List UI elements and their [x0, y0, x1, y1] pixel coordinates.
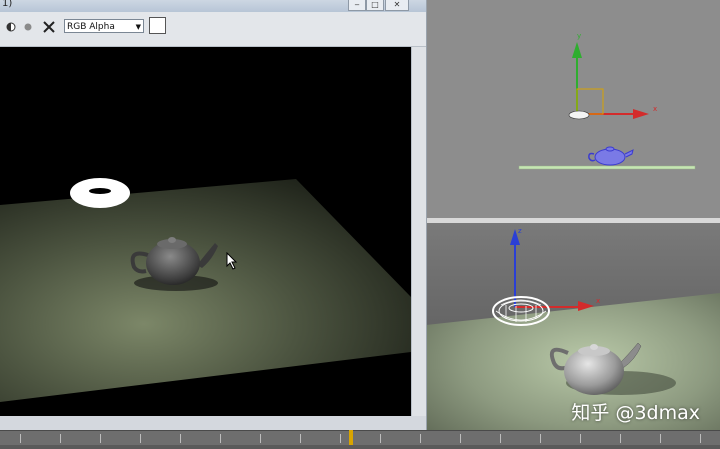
- maximize-button[interactable]: □: [366, 0, 384, 11]
- axis-y-label: y: [577, 32, 581, 40]
- mouse-cursor-icon: [226, 252, 238, 270]
- axis-x-label: x: [653, 105, 657, 113]
- render-frame-window[interactable]: 1) ‒ □ ✕ RGB Alpha ▼: [0, 0, 427, 430]
- color-swatch[interactable]: [149, 17, 166, 34]
- axis-x-label-persp: x: [596, 297, 600, 305]
- render-toolbar: RGB Alpha ▼: [0, 12, 426, 47]
- channel-select[interactable]: RGB Alpha ▼: [64, 19, 144, 33]
- minimize-button[interactable]: ‒: [348, 0, 366, 11]
- ground-plane-top-view: [518, 165, 696, 170]
- gizmo-plane-box: [576, 88, 604, 115]
- close-button[interactable]: ✕: [385, 0, 409, 11]
- torus-wireframe-perspective: [492, 296, 550, 326]
- chevron-down-icon: ▼: [135, 23, 141, 31]
- timeline-marker[interactable]: [349, 430, 353, 445]
- render-window-footer: [0, 416, 426, 430]
- window-title: 1): [2, 0, 13, 9]
- axis-z-label: z: [518, 227, 522, 235]
- half-circle-icon[interactable]: [6, 22, 16, 32]
- teapot-top-view: [588, 146, 634, 166]
- rendered-image: [0, 47, 411, 416]
- render-scene: [0, 178, 411, 402]
- render-torus-hole: [89, 188, 111, 194]
- dot-icon[interactable]: [23, 22, 33, 32]
- axis-x-arrow: [633, 109, 649, 119]
- vertical-scrollbar[interactable]: [411, 47, 426, 416]
- viewport-top-scene: y x: [518, 32, 696, 170]
- watermark: 知乎 @3dmax: [571, 402, 700, 424]
- axis-y-arrow: [572, 42, 582, 58]
- viewport-top[interactable]: y x: [426, 0, 720, 218]
- render-floor: [0, 179, 411, 402]
- clear-icon[interactable]: [42, 20, 56, 34]
- channel-select-value: RGB Alpha: [67, 22, 115, 32]
- torus-top-view: [568, 110, 590, 120]
- timeline-ruler[interactable]: [0, 430, 720, 445]
- title-bar[interactable]: 1) ‒ □ ✕: [0, 0, 426, 12]
